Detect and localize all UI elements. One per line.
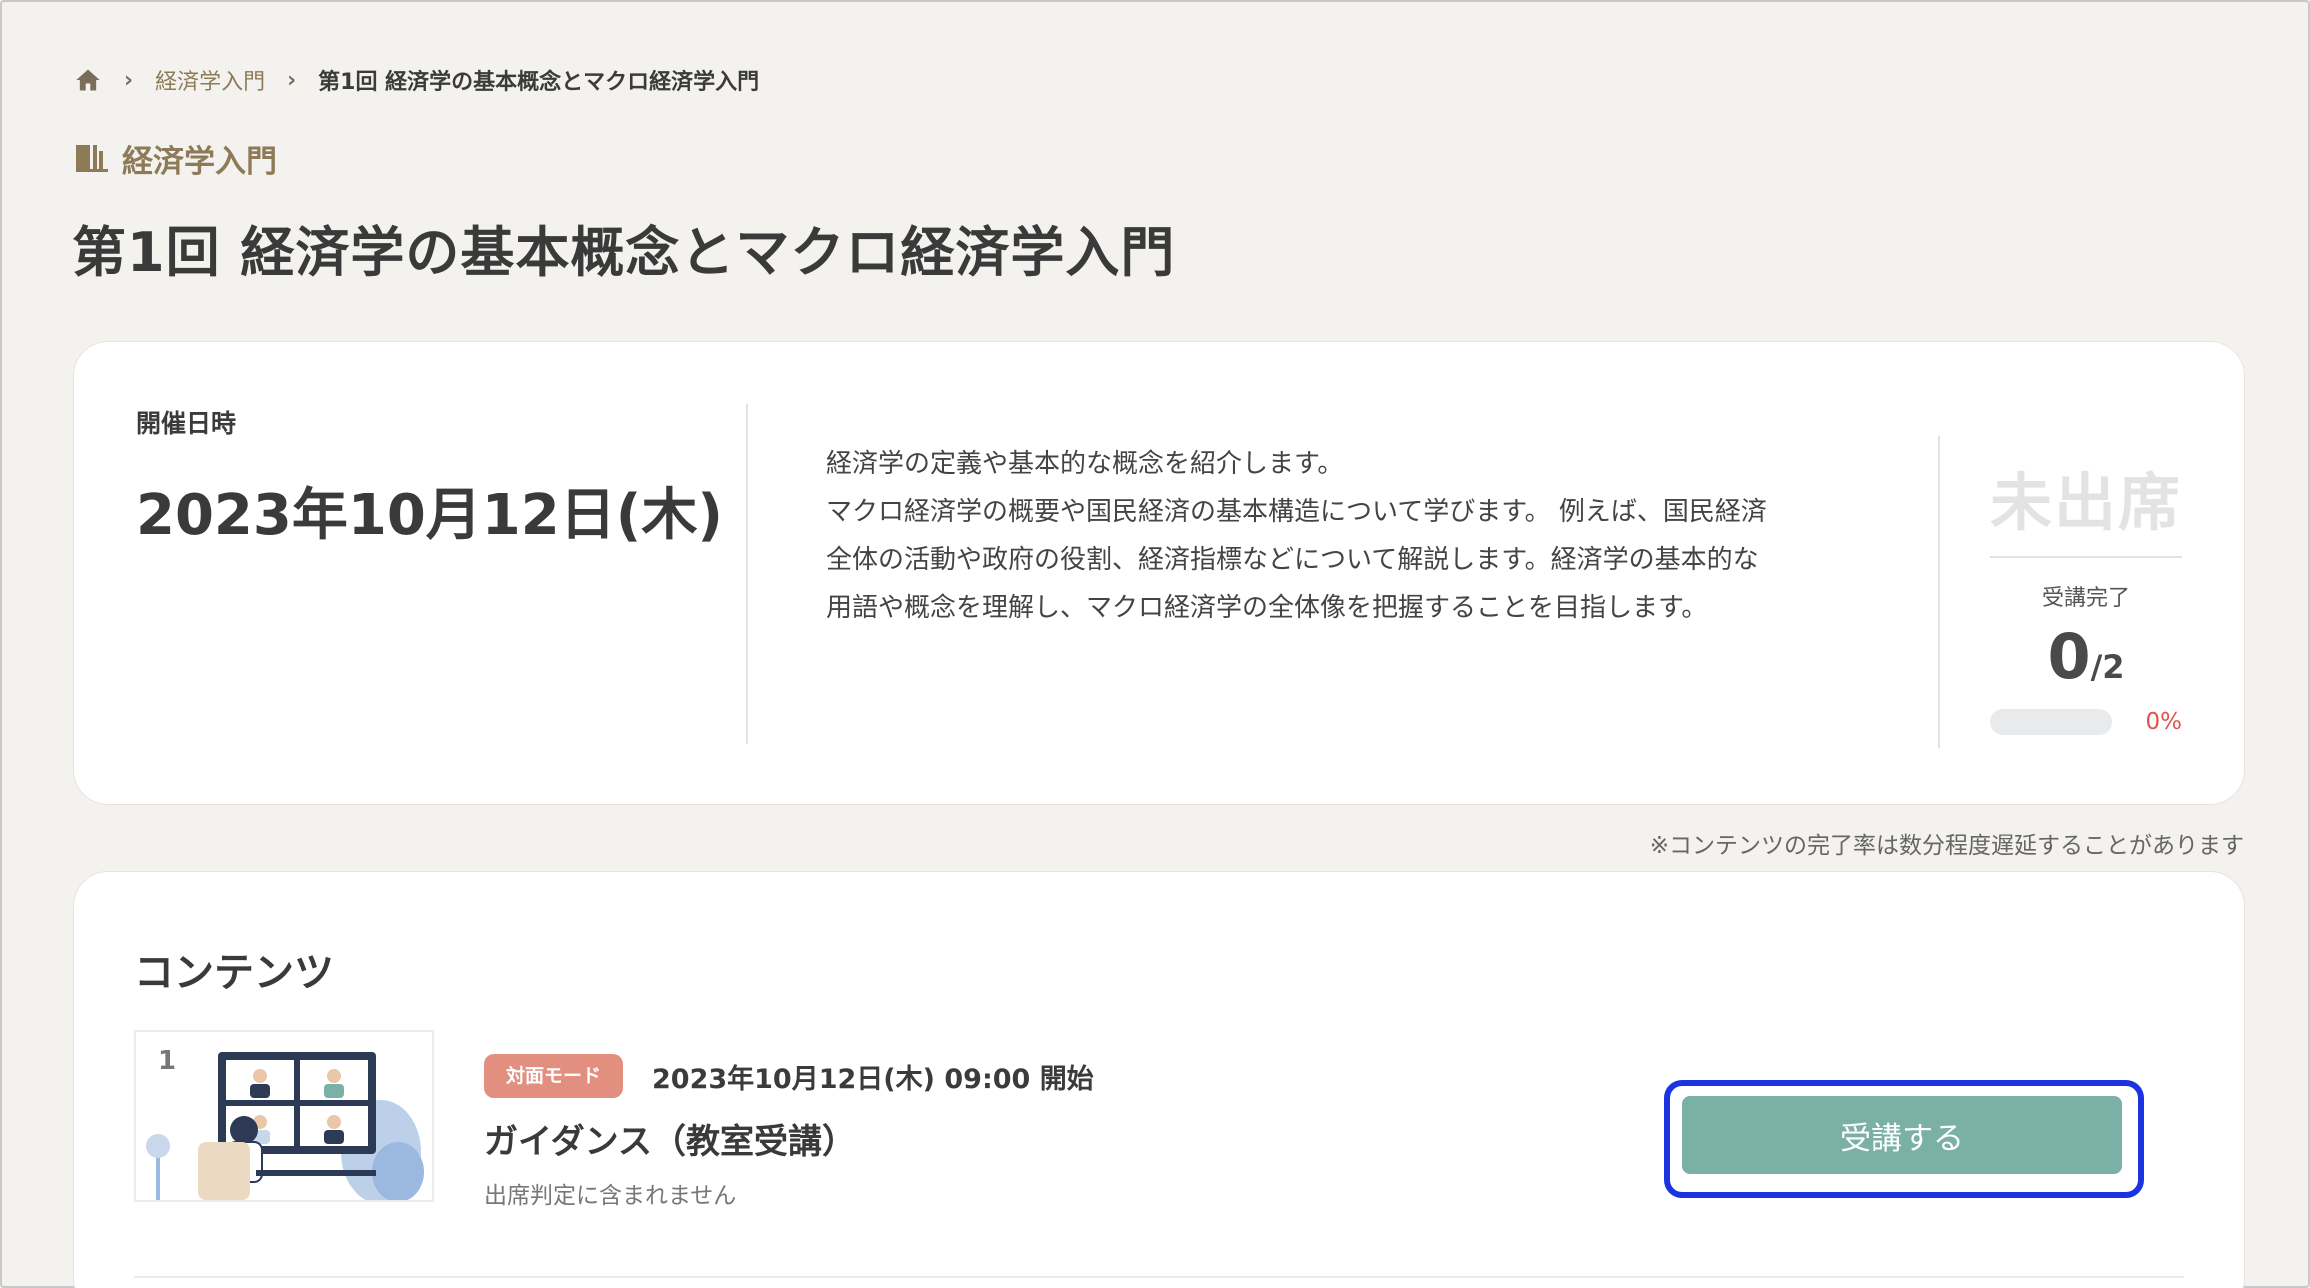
contents-card: コンテンツ 1 対面モード 2023年10月12日(木) 09:00 開始 ガイ… bbox=[74, 872, 2244, 1288]
progress-percent: 0% bbox=[2145, 709, 2183, 735]
contents-title: コンテンツ bbox=[134, 950, 334, 996]
take-course-button[interactable]: 受講する bbox=[1682, 1096, 2122, 1174]
breadcrumb: › 経済学入門 › 第1回 経済学の基本概念とマクロ経済学入門 bbox=[74, 62, 759, 98]
description-line: 全体の活動や政府の役割、経済指標などについて解説します。経済学の基本的な bbox=[826, 545, 1759, 575]
divider bbox=[1990, 556, 2182, 558]
completion-count: 0/2 bbox=[1990, 620, 2182, 693]
breadcrumb-current: 第1回 経済学の基本概念とマクロ経済学入門 bbox=[318, 70, 760, 95]
divider bbox=[746, 404, 748, 744]
content-title: ガイダンス（教室受講） bbox=[484, 1122, 856, 1162]
home-icon[interactable] bbox=[74, 66, 102, 94]
book-icon bbox=[74, 141, 110, 175]
chevron-right-icon: › bbox=[124, 67, 134, 93]
content-start-time: 2023年10月12日(木) 09:00 開始 bbox=[652, 1064, 1094, 1095]
content-thumbnail[interactable]: 1 bbox=[134, 1030, 434, 1202]
course-label: 経済学入門 bbox=[74, 136, 277, 180]
date-value: 2023年10月12日(木) bbox=[136, 483, 723, 548]
chevron-right-icon: › bbox=[287, 67, 297, 93]
breadcrumb-course-link[interactable]: 経済学入門 bbox=[155, 64, 265, 96]
divider bbox=[134, 1276, 2184, 1278]
attendance-panel: 未出席 受講完了 0/2 0% bbox=[1990, 452, 2182, 735]
mode-badge: 対面モード bbox=[484, 1054, 624, 1098]
progress-bar bbox=[1990, 709, 2112, 735]
video-conference-illustration bbox=[146, 1052, 424, 1200]
description-line: 経済学の定義や基本的な概念を紹介します。 bbox=[826, 449, 1344, 479]
description-line: マクロ経済学の概要や国民経済の基本構造について学びます。 例えば、国民経済 bbox=[826, 497, 1767, 527]
attendance-status: 未出席 bbox=[1990, 466, 2183, 539]
date-label: 開催日時 bbox=[136, 409, 237, 438]
completion-label: 受講完了 bbox=[2041, 586, 2130, 611]
page-title: 第1回 経済学の基本概念とマクロ経済学入門 bbox=[72, 221, 1176, 284]
divider bbox=[1938, 436, 1940, 748]
session-description: 経済学の定義や基本的な概念を紹介します。 マクロ経済学の概要や国民経済の基本構造… bbox=[826, 440, 1946, 632]
attendance-exclusion-note: 出席判定に含まれません bbox=[484, 1183, 737, 1209]
session-info-card: 開催日時 2023年10月12日(木) 経済学の定義や基本的な概念を紹介します。… bbox=[74, 342, 2244, 804]
session-date-block: 開催日時 2023年10月12日(木) bbox=[136, 404, 723, 551]
course-name: 経済学入門 bbox=[122, 143, 277, 180]
progress-row: 0% bbox=[1990, 709, 2182, 735]
completion-delay-note: ※コンテンツの完了率は数分程度遅延することがあります bbox=[1649, 833, 2244, 859]
completed-count: 0 bbox=[2047, 620, 2091, 693]
description-line: 用語や概念を理解し、マクロ経済学の全体像を把握することを目指します。 bbox=[826, 593, 1708, 623]
content-index: 1 bbox=[158, 1046, 177, 1076]
total-count: /2 bbox=[2090, 648, 2125, 686]
